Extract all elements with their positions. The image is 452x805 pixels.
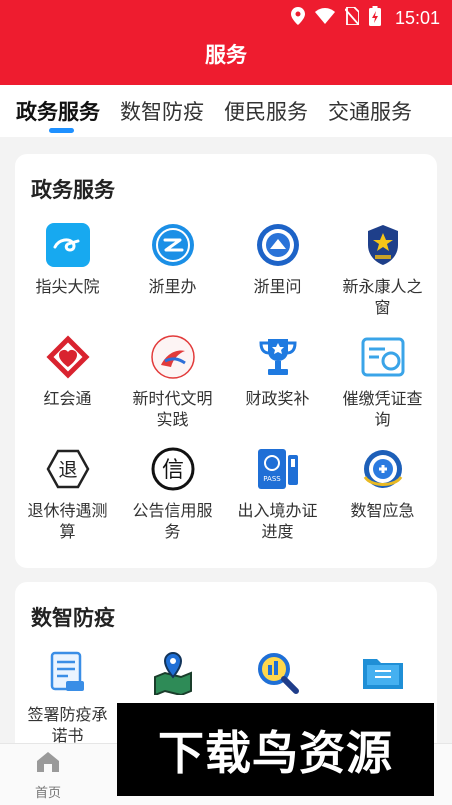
pledge-document-icon <box>45 650 91 696</box>
gov-services-card: 政务服务 指尖大院 浙里办 浙里问 新永康人之窗 红会通 新时代文明实践 财政奖… <box>15 154 437 568</box>
service-exit-entry-progress[interactable]: PASS 出入境办证进度 <box>225 446 330 542</box>
app-bar: 服务 <box>0 32 452 85</box>
voucher-query-icon <box>360 334 406 380</box>
no-sim-icon <box>344 6 360 30</box>
service-label: 签署防疫承诺书 <box>27 705 108 745</box>
tab-epidemic[interactable]: 数智防疫 <box>120 85 204 137</box>
service-civilization-practice[interactable]: 新时代文明实践 <box>120 334 225 430</box>
service-emergency[interactable]: 数智应急 <box>330 446 435 521</box>
trophy-icon <box>255 334 301 380</box>
tab-convenience[interactable]: 便民服务 <box>224 85 308 137</box>
nav-home[interactable]: 首页 <box>18 750 78 801</box>
service-label: 浙里办 <box>148 277 197 296</box>
service-label: 公告信用服务 <box>132 501 213 541</box>
service-fiscal-award[interactable]: 财政奖补 <box>225 334 330 409</box>
search-magnifier-icon <box>255 650 301 696</box>
civilization-practice-icon <box>150 334 196 380</box>
home-icon <box>35 752 61 778</box>
svg-text:退: 退 <box>58 459 77 481</box>
fingertip-courtyard-icon <box>45 222 91 268</box>
service-retirement-calc[interactable]: 退 退休待遇测算 <box>15 446 120 542</box>
wifi-icon <box>314 8 335 29</box>
page-title: 服务 <box>205 43 247 67</box>
service-fingertip-courtyard[interactable]: 指尖大院 <box>15 222 120 297</box>
service-label: 浙里问 <box>253 277 302 296</box>
zheliwen-icon <box>255 222 301 268</box>
service-search[interactable] <box>225 650 330 704</box>
tab-traffic[interactable]: 交通服务 <box>328 85 412 137</box>
nav-home-label: 首页 <box>34 786 61 801</box>
map-pin-icon <box>150 650 196 696</box>
service-label: 催缴凭证查询 <box>342 389 423 429</box>
service-zheliwen[interactable]: 浙里问 <box>225 222 330 297</box>
passport-icon: PASS <box>255 446 301 492</box>
battery-charging-icon <box>368 6 381 31</box>
service-label: 退休待遇测算 <box>27 501 108 541</box>
watermark-banner: 下载鸟资源 <box>117 703 434 796</box>
service-new-yongkang-window[interactable]: 新永康人之窗 <box>330 222 435 318</box>
section-title: 数智防疫 <box>31 606 115 630</box>
svg-text:信: 信 <box>161 458 183 483</box>
service-credit[interactable]: 信 公告信用服务 <box>120 446 225 542</box>
service-label: 数智应急 <box>350 501 415 520</box>
service-map[interactable] <box>120 650 225 704</box>
service-red-cross[interactable]: 红会通 <box>15 334 120 409</box>
watermark-text: 下载鸟资源 <box>158 725 393 780</box>
red-cross-icon <box>45 334 91 380</box>
service-label: 出入境办证进度 <box>237 501 318 541</box>
service-label: 指尖大院 <box>35 277 100 296</box>
service-label: 新时代文明实践 <box>132 389 213 429</box>
service-pledge[interactable]: 签署防疫承诺书 <box>15 650 120 746</box>
zheliban-icon <box>150 222 196 268</box>
folder-icon <box>360 650 406 696</box>
emergency-icon <box>360 446 406 492</box>
retirement-icon: 退 <box>45 446 91 492</box>
service-folder[interactable] <box>330 650 435 704</box>
section-title: 政务服务 <box>31 178 115 202</box>
location-icon <box>290 7 305 30</box>
status-bar: 15:01 <box>0 0 452 32</box>
new-yongkang-window-icon <box>360 222 406 268</box>
status-icons: 15:01 <box>290 6 440 31</box>
service-voucher-query[interactable]: 催缴凭证查询 <box>330 334 435 430</box>
active-tab-indicator <box>49 128 74 133</box>
service-label: 新永康人之窗 <box>342 277 423 317</box>
svg-text:PASS: PASS <box>263 475 281 483</box>
service-zheliban[interactable]: 浙里办 <box>120 222 225 297</box>
service-label: 财政奖补 <box>245 389 310 408</box>
credit-icon: 信 <box>150 446 196 492</box>
status-time: 15:01 <box>394 8 440 28</box>
service-label: 红会通 <box>43 389 92 408</box>
